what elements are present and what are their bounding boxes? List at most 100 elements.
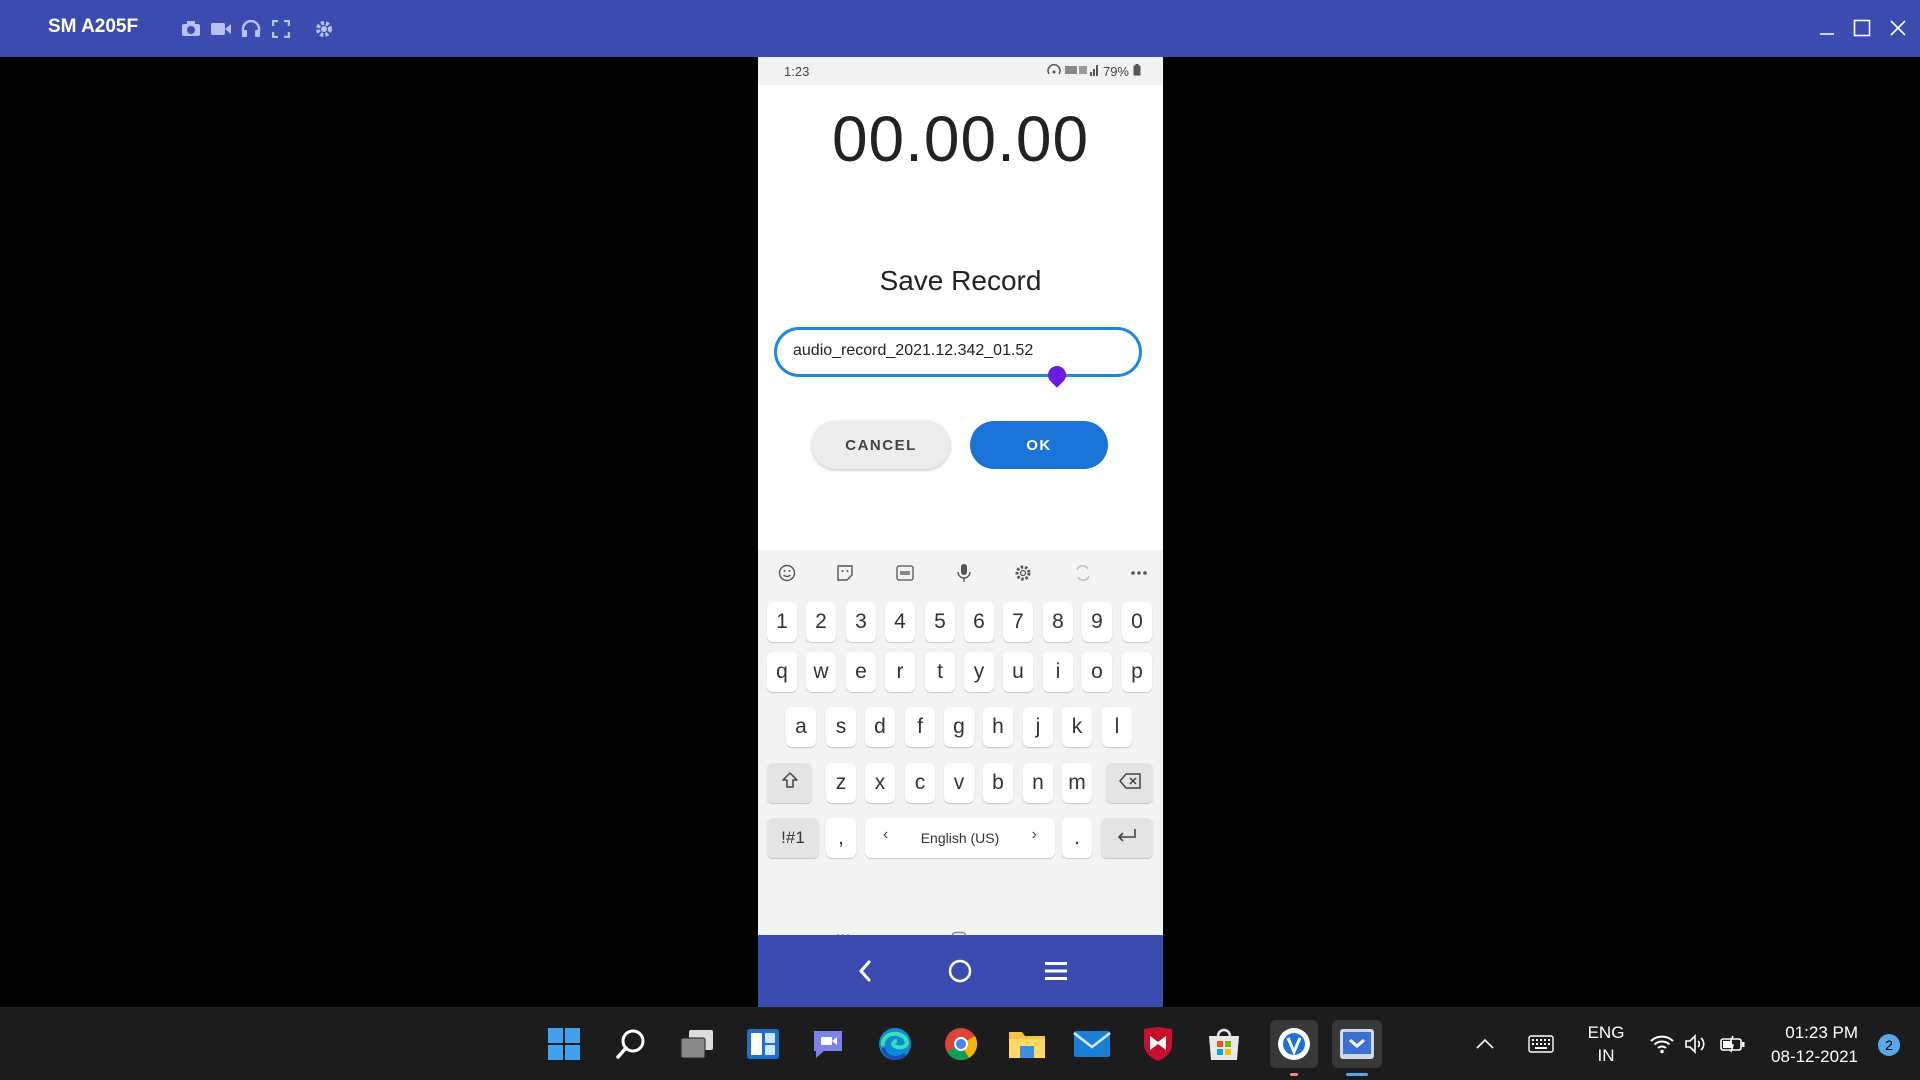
filename-input[interactable] xyxy=(791,341,1125,361)
key-e[interactable]: e xyxy=(846,652,876,692)
maximize-button[interactable] xyxy=(1848,14,1876,42)
soft-keyboard: 1 2 3 4 5 6 7 8 9 0 q w e r t y u i o p … xyxy=(758,550,1163,930)
key-m[interactable]: m xyxy=(1062,763,1092,803)
key-q[interactable]: q xyxy=(767,652,797,692)
active-app-indicator xyxy=(1346,1073,1368,1076)
key-b[interactable]: b xyxy=(983,763,1013,803)
menu-icon[interactable] xyxy=(1040,955,1072,987)
key-z[interactable]: z xyxy=(826,763,856,803)
key-a[interactable]: a xyxy=(786,707,816,747)
key-0[interactable]: 0 xyxy=(1122,602,1152,642)
screen-mirror-app-icon[interactable] xyxy=(1332,1020,1382,1068)
key-f[interactable]: f xyxy=(905,707,935,747)
volume-icon[interactable] xyxy=(1684,1007,1706,1080)
symbols-key[interactable]: !#1 xyxy=(767,818,819,858)
key-g[interactable]: g xyxy=(944,707,974,747)
key-7[interactable]: 7 xyxy=(1003,602,1033,642)
battery-charging-icon[interactable] xyxy=(1720,1007,1746,1080)
key-n[interactable]: n xyxy=(1023,763,1053,803)
notification-count-badge[interactable]: 2 xyxy=(1878,1034,1900,1056)
record-timer: 00.00.00 xyxy=(831,103,1090,175)
key-4[interactable]: 4 xyxy=(885,602,915,642)
key-o[interactable]: o xyxy=(1082,652,1112,692)
key-5[interactable]: 5 xyxy=(925,602,955,642)
teams-chat-icon[interactable] xyxy=(808,1024,848,1064)
enter-key[interactable] xyxy=(1101,818,1153,858)
key-h[interactable]: h xyxy=(983,707,1013,747)
video-icon[interactable] xyxy=(210,18,232,40)
more-options-icon[interactable] xyxy=(1128,562,1150,584)
space-key[interactable]: ‹ English (US) › xyxy=(865,818,1055,858)
sticker-icon[interactable] xyxy=(834,562,856,584)
emoji-icon[interactable] xyxy=(776,562,798,584)
headphones-icon[interactable] xyxy=(240,18,262,40)
key-u[interactable]: u xyxy=(1003,652,1033,692)
taskbar-clock[interactable]: 01:23 PM 08-12-2021 xyxy=(1771,1021,1858,1069)
language-prev-icon[interactable]: ‹ xyxy=(883,826,888,844)
key-r[interactable]: r xyxy=(885,652,915,692)
microsoft-store-icon[interactable] xyxy=(1204,1024,1244,1064)
key-v[interactable]: v xyxy=(944,763,974,803)
cancel-button[interactable]: CANCEL xyxy=(812,421,950,469)
key-c[interactable]: c xyxy=(905,763,935,803)
widgets-icon[interactable] xyxy=(743,1024,783,1064)
hotspot-icon xyxy=(1047,64,1061,79)
microphone-icon[interactable] xyxy=(953,562,975,584)
home-circle-icon[interactable] xyxy=(944,955,976,987)
start-windows-icon[interactable] xyxy=(544,1024,584,1064)
battery-percent: 79% xyxy=(1102,64,1129,79)
gif-icon[interactable] xyxy=(894,562,916,584)
task-view-icon[interactable] xyxy=(677,1024,717,1064)
key-s[interactable]: s xyxy=(826,707,856,747)
key-j[interactable]: j xyxy=(1023,707,1053,747)
ok-button[interactable]: OK xyxy=(970,421,1108,469)
input-language-indicator[interactable]: ENG IN xyxy=(1584,1021,1628,1067)
key-2[interactable]: 2 xyxy=(806,602,836,642)
touch-keyboard-icon[interactable] xyxy=(1528,1007,1554,1080)
key-x[interactable]: x xyxy=(865,763,895,803)
key-d[interactable]: d xyxy=(865,707,895,747)
key-k[interactable]: k xyxy=(1062,707,1092,747)
language-code: ENG xyxy=(1587,1023,1625,1042)
wifi-icon[interactable] xyxy=(1650,1007,1674,1080)
fullscreen-icon[interactable] xyxy=(270,18,292,40)
key-l[interactable]: l xyxy=(1102,707,1132,747)
status-time: 1:23 xyxy=(784,64,810,79)
key-i[interactable]: i xyxy=(1043,652,1073,692)
phone-status-bar: 1:23 79% xyxy=(758,57,1163,85)
back-icon[interactable] xyxy=(849,955,881,987)
show-hidden-icons-chevron-icon[interactable] xyxy=(1476,1007,1494,1080)
file-explorer-icon[interactable] xyxy=(1007,1024,1047,1064)
minimize-button[interactable] xyxy=(1813,14,1841,42)
antivirus-shield-icon[interactable] xyxy=(1138,1024,1178,1064)
key-9[interactable]: 9 xyxy=(1082,602,1112,642)
chrome-browser-icon[interactable] xyxy=(941,1024,981,1064)
close-button[interactable] xyxy=(1884,14,1912,42)
settings-gear-icon[interactable] xyxy=(313,18,335,40)
shift-key[interactable] xyxy=(767,763,812,803)
key-w[interactable]: w xyxy=(806,652,836,692)
key-6[interactable]: 6 xyxy=(964,602,994,642)
key-8[interactable]: 8 xyxy=(1043,602,1073,642)
key-1[interactable]: 1 xyxy=(767,602,797,642)
mail-icon[interactable] xyxy=(1072,1024,1112,1064)
keyboard-language: English (US) xyxy=(920,830,1000,846)
language-next-icon[interactable]: › xyxy=(1032,826,1037,844)
period-key[interactable]: . xyxy=(1062,818,1092,858)
key-p[interactable]: p xyxy=(1122,652,1152,692)
translate-icon[interactable] xyxy=(1072,562,1094,584)
keyboard-settings-icon[interactable] xyxy=(1012,562,1034,584)
key-t[interactable]: t xyxy=(925,652,955,692)
comma-key[interactable]: , xyxy=(826,818,856,858)
backspace-icon xyxy=(1118,771,1141,795)
app-title-bar: SM A205F xyxy=(0,0,1920,57)
edge-browser-icon[interactable] xyxy=(875,1024,915,1064)
filename-field[interactable] xyxy=(774,327,1142,377)
camera-icon[interactable] xyxy=(180,18,202,40)
backspace-key[interactable] xyxy=(1106,763,1153,803)
vysor-app-icon[interactable] xyxy=(1270,1020,1318,1068)
clock-time: 01:23 PM xyxy=(1785,1023,1858,1042)
key-y[interactable]: y xyxy=(964,652,994,692)
key-3[interactable]: 3 xyxy=(846,602,876,642)
search-icon[interactable] xyxy=(611,1024,651,1064)
